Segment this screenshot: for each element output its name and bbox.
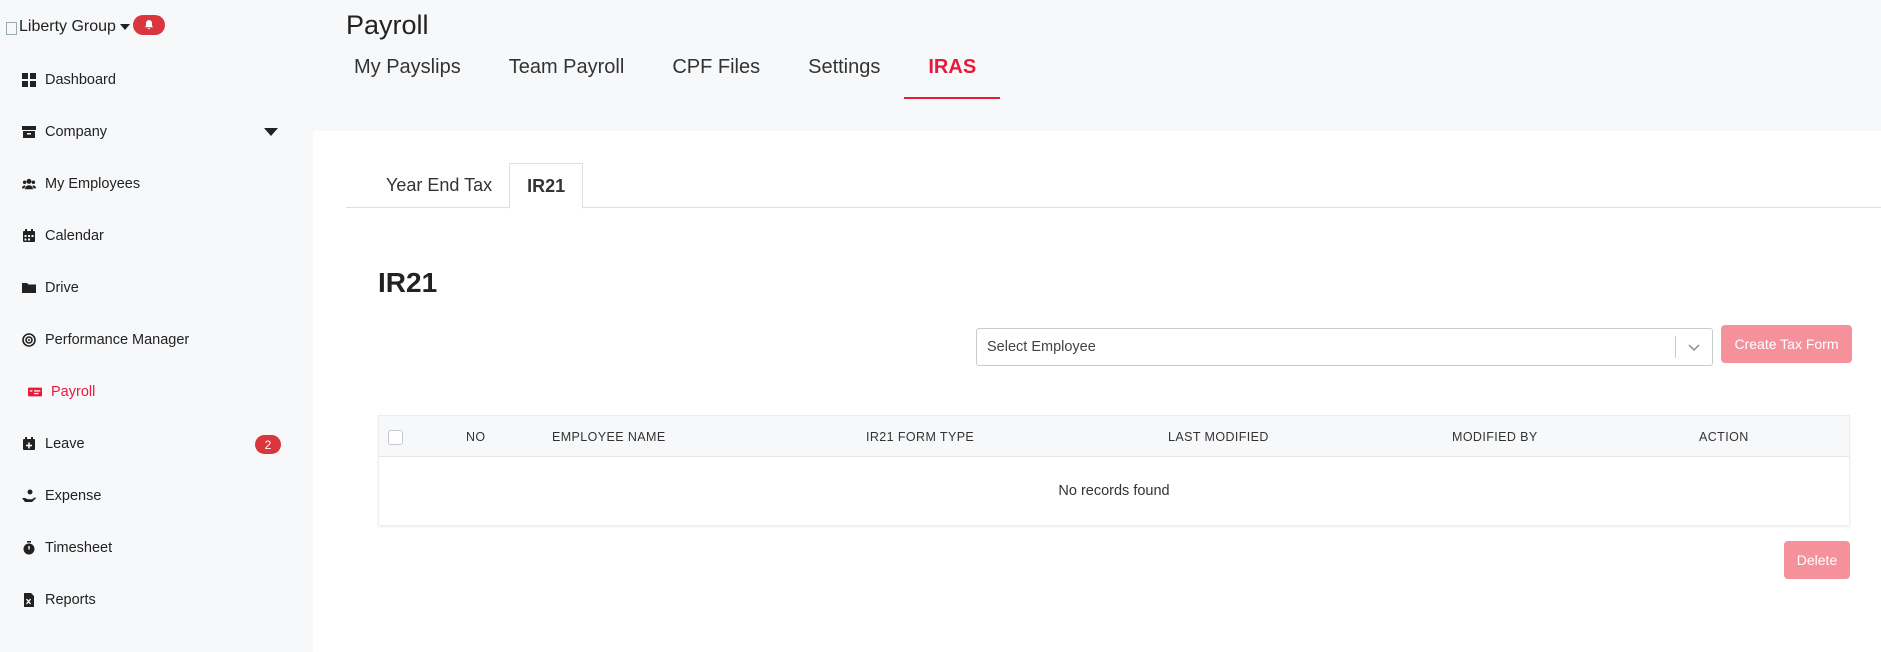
ir21-table: NO EMPLOYEE NAME IR21 FORM TYPE LAST MOD… bbox=[378, 415, 1850, 526]
page-title: Payroll bbox=[346, 10, 429, 40]
broken-image-icon bbox=[6, 21, 17, 35]
notification-bell-button[interactable] bbox=[132, 15, 165, 35]
sidebar-item-leave[interactable]: Leave 2 bbox=[0, 418, 313, 470]
sidebar-item-label: Company bbox=[45, 124, 108, 140]
sidebar-item-timesheet[interactable]: Timesheet bbox=[0, 522, 313, 574]
chevron-down-icon[interactable] bbox=[264, 128, 278, 136]
sidebar-nav: Dashboard Company My Employees Calendar … bbox=[0, 54, 313, 626]
excel-file-icon bbox=[22, 593, 36, 607]
create-tax-form-button[interactable]: Create Tax Form bbox=[1721, 325, 1852, 363]
company-logo-alt: Liberty Group bbox=[19, 18, 116, 35]
tab-iras[interactable]: IRAS bbox=[904, 54, 1000, 99]
sidebar-item-performance-manager[interactable]: Performance Manager bbox=[0, 314, 313, 366]
sidebar-item-label: Drive bbox=[45, 280, 79, 296]
sidebar-item-label: Reports bbox=[45, 592, 96, 608]
tab-team-payroll[interactable]: Team Payroll bbox=[501, 54, 633, 99]
section-title: IR21 bbox=[378, 267, 438, 298]
column-header-no[interactable]: NO bbox=[466, 416, 486, 457]
stopwatch-icon bbox=[22, 541, 36, 555]
target-icon bbox=[22, 333, 36, 347]
employee-select-placeholder: Select Employee bbox=[987, 339, 1096, 355]
money-bill-icon bbox=[27, 385, 43, 399]
sidebar-item-company[interactable]: Company bbox=[0, 106, 313, 158]
select-all-checkbox[interactable] bbox=[388, 430, 403, 445]
sidebar-item-my-employees[interactable]: My Employees bbox=[0, 158, 313, 210]
users-icon bbox=[22, 177, 36, 191]
tab-cpf-files[interactable]: CPF Files bbox=[664, 54, 768, 99]
sidebar-item-label: Calendar bbox=[45, 228, 104, 244]
hand-coins-icon bbox=[22, 489, 36, 503]
calendar-icon bbox=[22, 229, 36, 243]
chevron-down-icon[interactable] bbox=[1676, 342, 1712, 352]
tab-my-payslips[interactable]: My Payslips bbox=[346, 54, 469, 99]
sidebar-item-dashboard[interactable]: Dashboard bbox=[0, 54, 313, 106]
bell-icon bbox=[144, 20, 153, 30]
sidebar-item-label: Payroll bbox=[51, 384, 96, 400]
tab-year-end-tax[interactable]: Year End Tax bbox=[346, 163, 509, 208]
sidebar-item-payroll[interactable]: Payroll bbox=[0, 366, 313, 418]
sidebar-item-label: Performance Manager bbox=[45, 332, 190, 348]
table-empty-state: No records found bbox=[1058, 483, 1170, 499]
leave-count-badge: 2 bbox=[255, 435, 281, 454]
calendar-plus-icon bbox=[22, 437, 36, 451]
sidebar-item-expense[interactable]: Expense bbox=[0, 470, 313, 522]
sidebar-item-label: Expense bbox=[45, 488, 102, 504]
sidebar-item-label: Leave bbox=[45, 436, 85, 452]
iras-sub-tabs: Year End Tax IR21 bbox=[346, 163, 1881, 209]
tab-ir21[interactable]: IR21 bbox=[509, 163, 584, 209]
sidebar: Liberty Group Dashboard Company My Emplo… bbox=[0, 0, 313, 652]
delete-button[interactable]: Delete bbox=[1784, 541, 1850, 579]
main-content: Year End Tax IR21 IR21 Select Employee C… bbox=[313, 131, 1881, 652]
sidebar-item-drive[interactable]: Drive bbox=[0, 262, 313, 314]
employee-select[interactable]: Select Employee bbox=[976, 328, 1713, 366]
sidebar-item-label: Dashboard bbox=[45, 72, 116, 88]
sidebar-item-label: My Employees bbox=[45, 176, 141, 192]
column-header-ir21-form-type[interactable]: IR21 FORM TYPE bbox=[866, 416, 974, 457]
dashboard-icon bbox=[22, 73, 36, 87]
folder-icon bbox=[22, 281, 36, 295]
company-logo[interactable]: Liberty Group bbox=[6, 18, 130, 36]
brand: Liberty Group bbox=[6, 15, 165, 36]
column-header-action: ACTION bbox=[1699, 429, 1749, 444]
tab-settings[interactable]: Settings bbox=[800, 54, 888, 99]
table-header: NO EMPLOYEE NAME IR21 FORM TYPE LAST MOD… bbox=[379, 416, 1849, 457]
column-header-last-modified[interactable]: LAST MODIFIED bbox=[1168, 416, 1269, 457]
page-header: Payroll My Payslips Team Payroll CPF Fil… bbox=[313, 0, 1881, 131]
sidebar-item-reports[interactable]: Reports bbox=[0, 574, 313, 626]
column-header-modified-by[interactable]: MODIFIED BY bbox=[1452, 416, 1538, 457]
sidebar-item-calendar[interactable]: Calendar bbox=[0, 210, 313, 262]
caret-down-icon[interactable] bbox=[119, 24, 130, 30]
column-header-employee-name[interactable]: EMPLOYEE NAME bbox=[552, 416, 666, 457]
archive-icon bbox=[22, 125, 36, 139]
payroll-tabs: My Payslips Team Payroll CPF Files Setti… bbox=[346, 54, 1032, 99]
sidebar-item-label: Timesheet bbox=[45, 540, 113, 556]
